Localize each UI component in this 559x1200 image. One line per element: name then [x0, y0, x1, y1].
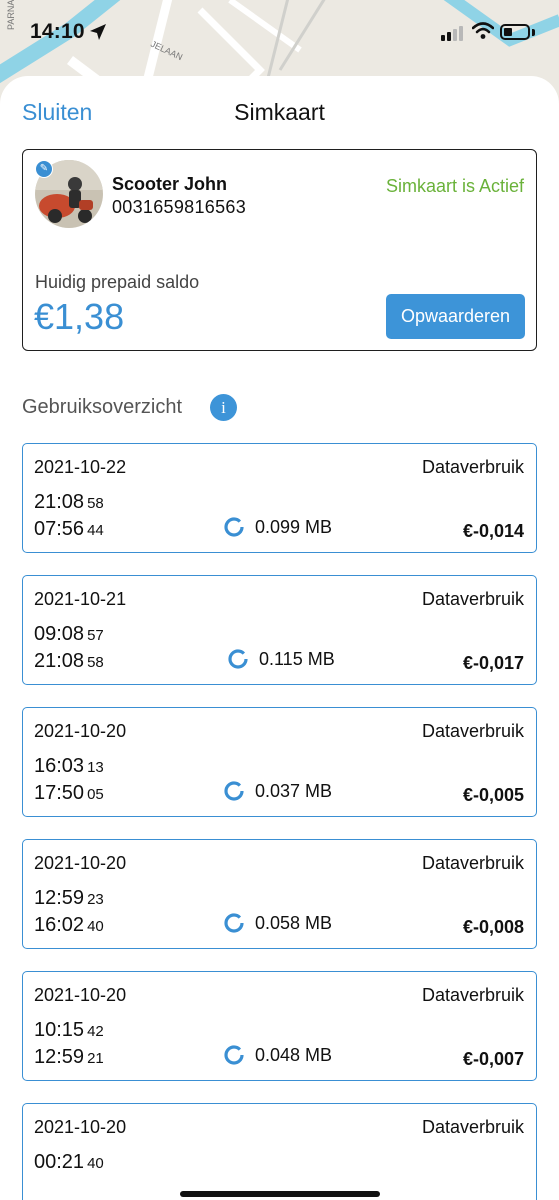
- data-usage-ring-icon: [224, 913, 244, 933]
- usage-date: 2021-10-22: [34, 457, 127, 477]
- data-usage-ring-icon: [224, 517, 244, 537]
- usage-cost: €-0,014: [462, 521, 524, 541]
- usage-start-time: 10:15 42: [34, 1019, 104, 1041]
- usage-end-time: 17:50 05: [34, 782, 104, 804]
- status-time: 14:10: [30, 20, 85, 43]
- usage-card[interactable]: 2021-10-20 Dataverbruik 16:03 13 17:50 05 …: [22, 707, 537, 817]
- user-phone: 0031659816563: [112, 197, 247, 217]
- usage-card[interactable]: 2021-10-20 Dataverbruik 12:59 23 16:02 40 …: [22, 839, 537, 949]
- usage-type: Dataverbruik: [421, 1117, 524, 1137]
- sim-profile-card: ✎ Scooter John 0031659816563 Simkaart is…: [22, 149, 537, 351]
- topup-button[interactable]: Opwaarderen: [386, 294, 525, 339]
- usage-end-time: 21:08 58: [34, 650, 104, 672]
- usage-cost: €-0,017: [462, 653, 524, 673]
- page-title: Simkaart: [234, 99, 325, 125]
- data-usage-ring-icon: [224, 1045, 244, 1065]
- usage-data-amount: 0.058 MB: [223, 912, 332, 934]
- usage-start-time: 00:21 40: [34, 1151, 104, 1173]
- usage-list: 2021-10-22 Dataverbruik 21:08 58 07:56 44 …: [22, 443, 537, 1200]
- nav-bar: Sluiten Simkaart: [0, 76, 559, 146]
- location-arrow-icon: [90, 24, 106, 40]
- status-bar: 14:10: [0, 0, 559, 66]
- usage-cost: €-0,005: [462, 785, 524, 805]
- usage-data-amount: 0.037 MB: [223, 780, 332, 802]
- balance-value: €1,38: [34, 296, 125, 337]
- usage-date: 2021-10-21: [34, 589, 127, 609]
- usage-card[interactable]: 2021-10-20 Dataverbruik 00:21 40: [22, 1103, 537, 1200]
- usage-start-time: 09:08 57: [34, 623, 104, 645]
- usage-data-amount: 0.048 MB: [223, 1044, 332, 1066]
- usage-data-amount: 0.115 MB: [227, 648, 335, 670]
- battery-icon: [500, 24, 530, 40]
- info-icon[interactable]: i: [210, 394, 237, 421]
- home-indicator[interactable]: [180, 1191, 380, 1197]
- usage-type: Dataverbruik: [421, 457, 524, 477]
- usage-start-time: 12:59 23: [34, 887, 104, 909]
- usage-date: 2021-10-20: [34, 853, 127, 873]
- usage-type: Dataverbruik: [421, 853, 524, 873]
- usage-start-time: 16:03 13: [34, 755, 104, 777]
- wifi-icon: [472, 22, 494, 39]
- usage-cost: €-0,007: [462, 1049, 524, 1069]
- usage-cost: €-0,008: [462, 917, 524, 937]
- usage-card[interactable]: 2021-10-20 Dataverbruik 10:15 42 12:59 21 …: [22, 971, 537, 1081]
- usage-date: 2021-10-20: [34, 1117, 127, 1137]
- usage-card[interactable]: 2021-10-21 Dataverbruik 09:08 57 21:08 58 …: [22, 575, 537, 685]
- usage-section-title: Gebruiksoverzicht: [22, 396, 183, 418]
- usage-type: Dataverbruik: [421, 589, 524, 609]
- usage-card[interactable]: 2021-10-22 Dataverbruik 21:08 58 07:56 44 …: [22, 443, 537, 553]
- data-usage-ring-icon: [224, 781, 244, 801]
- usage-end-time: 16:02 40: [34, 914, 104, 936]
- sim-status-text: Simkaart is Actief: [385, 176, 524, 196]
- sim-card-sheet: Sluiten Simkaart ✎ Scooter John 00316598…: [0, 76, 559, 1200]
- usage-type: Dataverbruik: [421, 721, 524, 741]
- usage-date: 2021-10-20: [34, 721, 127, 741]
- data-usage-ring-icon: [228, 649, 248, 669]
- user-name: Scooter John: [112, 174, 228, 194]
- usage-data-amount: 0.099 MB: [223, 516, 332, 538]
- cellular-signal-icon: [441, 26, 463, 41]
- usage-start-time: 21:08 58: [34, 491, 104, 513]
- usage-end-time: 12:59 21: [34, 1046, 104, 1068]
- balance-label: Huidig prepaid saldo: [35, 272, 200, 292]
- camera-badge-icon[interactable]: ✎: [35, 160, 53, 178]
- usage-date: 2021-10-20: [34, 985, 127, 1005]
- usage-type: Dataverbruik: [421, 985, 524, 1005]
- usage-end-time: 07:56 44: [34, 518, 104, 540]
